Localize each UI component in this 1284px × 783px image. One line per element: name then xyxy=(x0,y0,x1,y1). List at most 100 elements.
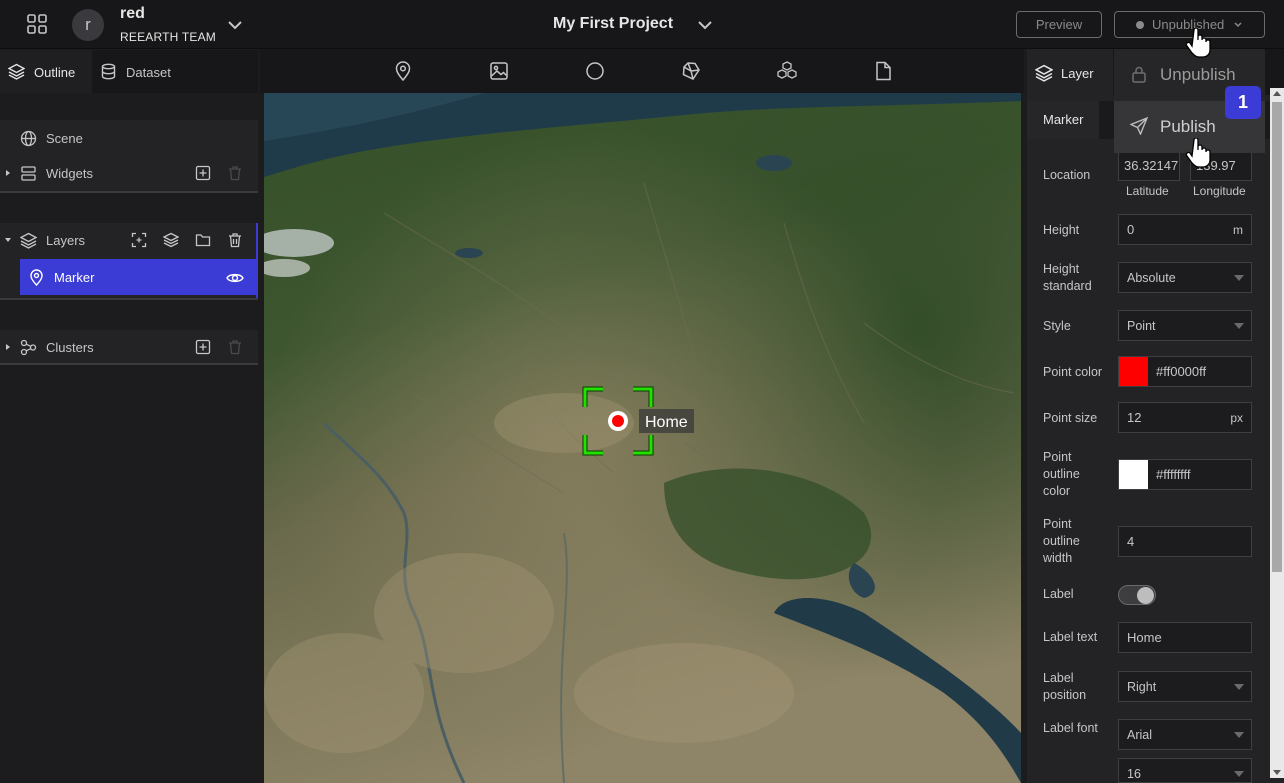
tab-layer[interactable]: Layer xyxy=(1027,49,1113,95)
tab-marker[interactable]: Marker xyxy=(1027,101,1099,139)
lock-icon xyxy=(1130,65,1148,83)
focus-layer-icon[interactable] xyxy=(131,232,147,248)
add-widget-icon[interactable] xyxy=(195,165,211,181)
box-tool-icon[interactable] xyxy=(680,60,702,82)
caret-right-icon[interactable] xyxy=(4,168,12,178)
map-marker-label: Home xyxy=(645,414,688,431)
hand-cursor-icon xyxy=(1186,28,1212,58)
trash-icon[interactable] xyxy=(227,339,243,355)
layer-item-marker[interactable]: Marker xyxy=(20,259,256,295)
caret-down-icon[interactable] xyxy=(4,235,12,245)
team-name: REEARTH TEAM xyxy=(120,30,216,44)
divider xyxy=(0,298,258,300)
caret-right-icon[interactable] xyxy=(4,342,12,352)
label-font-select[interactable]: Arial xyxy=(1118,719,1252,750)
dropdown-arrow-icon xyxy=(1234,771,1244,777)
status-dot-icon xyxy=(1136,21,1144,29)
eye-icon[interactable] xyxy=(226,270,244,286)
trash-icon[interactable] xyxy=(227,232,243,248)
circle-tool-icon[interactable] xyxy=(584,60,606,82)
step-badge: 1 xyxy=(1225,86,1261,119)
outline-color-swatch xyxy=(1119,460,1148,489)
tab-dataset-label: Dataset xyxy=(126,65,171,80)
label-text-input[interactable]: Home xyxy=(1118,622,1252,653)
database-icon xyxy=(100,63,117,80)
chevron-down-icon[interactable] xyxy=(696,16,714,34)
app-grid-icon[interactable] xyxy=(26,13,48,35)
height-label: Height xyxy=(1043,223,1080,237)
point-color-label: Point color xyxy=(1043,365,1103,379)
tab-outline[interactable]: Outline xyxy=(0,50,92,93)
panel-scrollbar[interactable] xyxy=(1270,88,1284,778)
scrollbar-thumb xyxy=(1272,102,1282,572)
clusters-row[interactable]: Clusters xyxy=(0,330,258,365)
trash-icon[interactable] xyxy=(227,165,243,181)
point-color-input[interactable]: #ff0000ff xyxy=(1118,356,1252,387)
point-size-label: Point size xyxy=(1043,411,1098,425)
point-color-swatch xyxy=(1119,357,1148,386)
active-indicator xyxy=(256,223,258,298)
scene-label: Scene xyxy=(46,131,83,146)
chevron-down-icon xyxy=(1232,19,1244,31)
height-standard-select[interactable]: Absolute xyxy=(1118,262,1252,293)
tab-marker-label: Marker xyxy=(1043,112,1084,127)
file-tool-icon[interactable] xyxy=(872,60,894,82)
chevron-down-icon[interactable] xyxy=(226,16,244,34)
folder-icon[interactable] xyxy=(195,232,211,248)
preview-button[interactable]: Preview xyxy=(1016,11,1102,38)
outline-width-label: Point outline width xyxy=(1043,517,1080,565)
label-text-label: Label text xyxy=(1043,630,1098,644)
outline-width-input[interactable]: 4 xyxy=(1118,526,1252,557)
style-select[interactable]: Point xyxy=(1118,310,1252,341)
add-cluster-icon[interactable] xyxy=(195,339,211,355)
layer-stack-icon[interactable] xyxy=(163,232,179,248)
dropdown-arrow-icon xyxy=(1234,275,1244,281)
latitude-input[interactable]: 36.32147 xyxy=(1118,151,1180,181)
drawing-toolbar xyxy=(260,49,1024,93)
layers-row[interactable]: Layers xyxy=(0,223,258,258)
unpublish-label: Unpublish xyxy=(1160,65,1236,84)
tab-dataset[interactable]: Dataset xyxy=(92,50,192,93)
clusters-section: Clusters xyxy=(0,330,258,363)
top-bar: r red REEARTH TEAM My First Project Prev… xyxy=(0,0,1284,49)
layers-icon xyxy=(8,63,25,80)
scene-section: Scene Widgets xyxy=(0,120,258,191)
label-position-label: Label position xyxy=(1043,671,1087,702)
layers-icon xyxy=(1035,64,1053,82)
tab-outline-label: Outline xyxy=(34,65,76,80)
widgets-label: Widgets xyxy=(46,166,93,181)
widgets-row[interactable]: Widgets xyxy=(0,156,258,191)
label-toggle[interactable] xyxy=(1118,585,1156,605)
map-marker[interactable] xyxy=(612,415,624,427)
image-tool-icon[interactable] xyxy=(488,60,510,82)
hand-cursor-icon xyxy=(1186,138,1212,168)
map-viewport[interactable]: Home xyxy=(264,93,1021,783)
scroll-up-icon xyxy=(1273,91,1281,96)
height-standard-label: Height standard xyxy=(1043,262,1092,293)
layers-label: Layers xyxy=(46,233,86,248)
label-font-label: Label font xyxy=(1043,721,1098,735)
point-size-input[interactable]: 12 px xyxy=(1118,402,1252,433)
marker-tool-icon[interactable] xyxy=(392,60,414,82)
outline-color-input[interactable]: #ffffffff xyxy=(1118,459,1252,490)
send-icon xyxy=(1130,117,1148,135)
property-panel: Layer Marker Location 36.32147 139.97 La… xyxy=(1027,49,1284,783)
location-label: Location xyxy=(1043,168,1091,182)
left-tabs: Outline Dataset xyxy=(0,50,258,93)
tab-layer-label: Layer xyxy=(1061,66,1094,81)
cluster-icon xyxy=(20,339,37,356)
dropdown-arrow-icon xyxy=(1234,323,1244,329)
cluster-3d-icon[interactable] xyxy=(776,60,798,82)
label-font-size-select[interactable]: 16 xyxy=(1118,758,1252,783)
publish-label: Publish xyxy=(1160,117,1216,136)
scene-row[interactable]: Scene xyxy=(0,121,258,156)
avatar[interactable]: r xyxy=(72,9,104,41)
divider xyxy=(0,191,258,193)
label-position-select[interactable]: Right xyxy=(1118,671,1252,702)
height-input[interactable]: 0 m xyxy=(1118,214,1252,245)
latitude-label: Latitude xyxy=(1126,184,1169,198)
outline-color-label: Point outline color xyxy=(1043,450,1080,498)
divider xyxy=(0,363,258,365)
longitude-label: Longitude xyxy=(1193,184,1246,198)
project-title[interactable]: My First Project xyxy=(553,15,673,33)
